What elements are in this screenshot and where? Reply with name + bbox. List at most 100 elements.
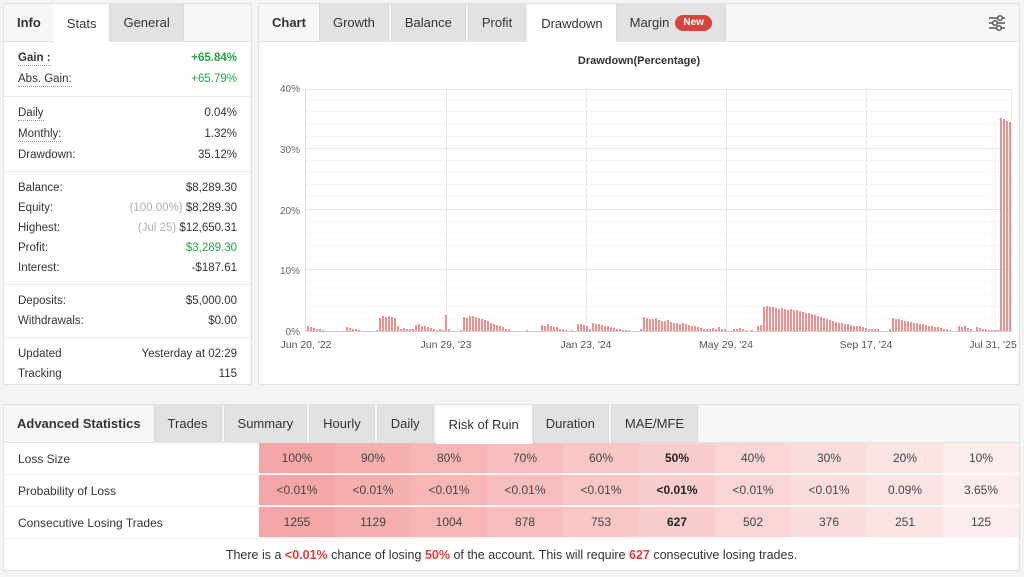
drawdown-bar [688,325,690,331]
advstats-tab-advanced-statistics[interactable]: Advanced Statistics [4,405,154,442]
advstats-tab-trades[interactable]: Trades [154,405,222,442]
drawdown-bar [310,327,312,331]
advstats-tab-label: Summary [238,416,294,431]
drawdown-bar [736,329,738,331]
drawdown-bar [982,329,984,331]
drawdown-bar [766,306,768,331]
advstats-tab-risk-of-ruin[interactable]: Risk of Ruin [436,405,532,444]
stat-value-withdrawals: $0.00 [208,314,237,328]
chart-tab-growth[interactable]: Growth [319,4,389,41]
drawdown-bar [319,329,321,331]
table-cell: <0.01% [563,475,639,507]
advstats-tab-label: Hourly [323,416,361,431]
drawdown-bar [829,320,831,331]
stats-tab-info[interactable]: Info [4,4,54,41]
stats-tab-general[interactable]: General [109,4,183,41]
drawdown-bar [847,324,849,331]
drawdown-bar [580,324,582,331]
chart-plot-area[interactable]: 40%30%20%10%0%Jun 20, '22Jun 29, '23Jan … [305,89,1012,332]
drawdown-bar [442,330,444,331]
advstats-tab-daily[interactable]: Daily [377,405,434,442]
stat-value-text: $8,289.30 [186,202,237,214]
stat-value-profit: $3,289.30 [186,241,237,255]
x-axis-tick: Jan 23, '24 [560,339,611,351]
stat-value-text: $12,650.31 [179,222,237,234]
drawdown-bar [547,324,549,331]
stats-tab-stats[interactable]: Stats [54,4,110,43]
drawdown-bar [784,309,786,331]
drawdown-bar [439,329,441,331]
gridline-minor [306,123,1011,124]
chart-settings-button[interactable] [975,4,1019,41]
drawdown-bar [724,329,726,331]
table-cell: <0.01% [335,475,411,507]
gridline-minor [306,184,1011,185]
table-row: Probability of Loss<0.01%<0.01%<0.01%<0.… [4,475,1019,507]
chart-tab-label: Balance [405,15,452,30]
drawdown-bar [910,322,912,331]
table-cell: 50% [639,443,715,475]
chart-tab-chart[interactable]: Chart [259,4,319,41]
advstats-tab-hourly[interactable]: Hourly [309,405,375,442]
stat-label-daily[interactable]: Daily [18,106,44,121]
new-badge: New [675,15,712,31]
gridline-minor [306,281,1011,282]
table-cell: 502 [715,507,791,539]
gridline-minor [306,257,1011,258]
chart-tab-drawdown[interactable]: Drawdown [528,4,615,43]
stat-label-interest: Interest: [18,261,60,275]
stat-label-gain[interactable]: Gain : [18,51,51,66]
gridline-minor [306,233,1011,234]
drawdown-bar [628,330,630,331]
drawdown-bar [775,308,777,331]
advanced-statistics-tabbar: Advanced StatisticsTrades Summary Hourly Da… [4,405,1019,443]
chart-tab-margin[interactable]: MarginNew [616,4,726,41]
footer-highlight: 50% [425,548,450,562]
advstats-tab-label: Daily [391,416,420,431]
chart-tab-label: Growth [333,15,375,30]
drawdown-bar [685,324,687,331]
chart-tab-profit[interactable]: Profit [468,4,526,41]
drawdown-bar [583,325,585,331]
table-cell: 1255 [259,507,335,539]
table-cell: <0.01% [259,475,335,507]
drawdown-bar [916,323,918,331]
drawdown-bar [394,318,396,331]
stats-tab-label: General [123,15,169,30]
chart-tab-balance[interactable]: Balance [391,4,466,41]
advstats-tab-duration[interactable]: Duration [532,405,609,442]
drawdown-bar [1009,122,1011,331]
drawdown-bar [835,322,837,331]
drawdown-bar [376,330,378,331]
advstats-tab-mae-mfe[interactable]: MAE/MFE [611,405,698,442]
table-cell: 878 [487,507,563,539]
drawdown-bar [940,328,942,331]
drawdown-bar [820,317,822,331]
table-cell: 1129 [335,507,411,539]
drawdown-bar [427,327,429,331]
gridline-vertical [726,89,727,331]
x-axis-tick: Sep 17, '24 [840,339,893,351]
stat-label-monthly[interactable]: Monthly: [18,127,61,142]
stat-label-abs-gain[interactable]: Abs. Gain: [18,72,72,87]
drawdown-bar [991,330,993,331]
stats-group-divider [4,337,251,338]
drawdown-bar [559,329,561,331]
gridline-vertical [586,89,587,331]
table-cell: 376 [791,507,867,539]
stat-row-profit: Profit:$3,289.30 [4,238,251,258]
drawdown-bar [997,330,999,331]
drawdown-bar [964,326,966,331]
drawdown-bar [682,323,684,331]
gridline-major [306,148,1011,149]
drawdown-bar [742,329,744,331]
drawdown-bar [865,328,867,331]
stat-row-tracking: Tracking115 [4,364,251,384]
stat-value-text: 1.32% [204,128,237,140]
stat-row-equity: Equity:(100.00%) $8,289.30 [4,198,251,218]
advstats-tab-summary[interactable]: Summary [224,405,308,442]
drawdown-bar [403,328,405,331]
footer-text: There is a [226,548,285,562]
drawdown-bar [850,325,852,331]
drawdown-bar [358,330,360,331]
